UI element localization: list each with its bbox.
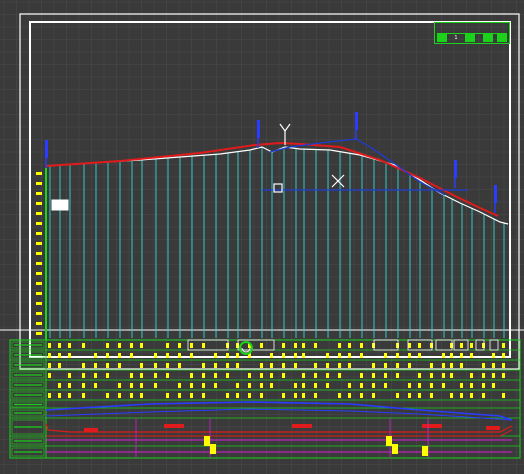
callout-box: [51, 199, 69, 211]
title-block: 1: [434, 22, 510, 44]
ground-profile-line: [45, 146, 509, 225]
title-block-row: 1: [437, 33, 507, 42]
title-block-page: 1: [454, 35, 458, 41]
elevation-axis-ticks: [36, 172, 42, 335]
station-lines: [49, 147, 505, 338]
layout-marker-icon[interactable]: [239, 341, 253, 355]
drawing-canvas[interactable]: [0, 0, 524, 474]
pick-box-icon[interactable]: [273, 183, 283, 193]
